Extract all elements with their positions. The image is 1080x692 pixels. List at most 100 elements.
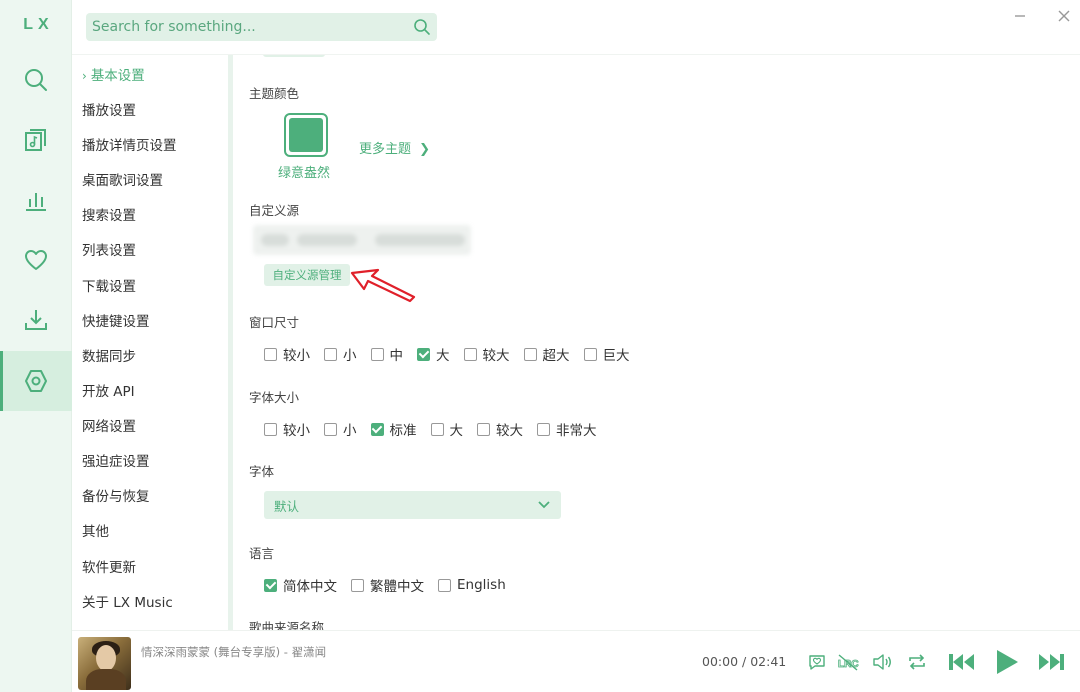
font-size-options: 较小 小 标准 大 较大 非常大 <box>264 419 611 439</box>
theme-title: 主题颜色 <box>249 86 300 101</box>
settings-content: 主题颜色 绿意盎然 更多主题 ❯ 自定义源 自定义源管理 窗口尺寸 较小 小 中… <box>233 55 1080 630</box>
music-library-icon <box>25 129 46 151</box>
current-time: 00:00 <box>702 654 739 669</box>
theme-name: 绿意盎然 <box>278 166 331 181</box>
settings-nav-item[interactable]: 网络设置 <box>82 415 136 435</box>
settings-nav-item[interactable]: 播放详情页设置 <box>82 134 177 154</box>
chevron-right-icon: ❯ <box>419 142 431 157</box>
window-size-option[interactable]: 大 <box>417 344 450 364</box>
font-size-option[interactable]: 小 <box>324 419 357 439</box>
song-title[interactable]: 情深深雨蒙蒙 (舞台专享版) - 翟潇闻 <box>141 644 326 660</box>
nav-favorites[interactable] <box>0 230 72 290</box>
red-arrow-annotation <box>350 268 416 303</box>
chevron-right-icon: › <box>82 69 87 83</box>
album-cover[interactable] <box>78 637 131 690</box>
blurred-source-list <box>253 225 471 255</box>
settings-nav-item[interactable]: 搜索设置 <box>82 204 136 224</box>
minimize-button[interactable] <box>1008 6 1032 26</box>
settings-nav-item[interactable]: 备份与恢复 <box>82 485 150 505</box>
nav-settings[interactable] <box>0 351 72 411</box>
settings-icon <box>25 370 47 392</box>
previous-track-button[interactable] <box>947 649 977 675</box>
checkbox <box>430 422 444 436</box>
checkbox <box>523 347 537 361</box>
settings-nav: › 基本设置 播放设置 播放详情页设置 桌面歌词设置 搜索设置 列表设置 下载设置… <box>72 55 232 630</box>
font-select[interactable]: 默认 <box>264 491 561 519</box>
settings-nav-item[interactable]: 列表设置 <box>82 239 136 259</box>
checkbox <box>463 347 477 361</box>
search-bar <box>86 13 437 41</box>
settings-nav-item[interactable]: 软件更新 <box>82 556 136 576</box>
play-button[interactable] <box>991 649 1021 675</box>
play-icon <box>997 650 1018 674</box>
play-time: 00:00 / 02:41 <box>702 654 787 669</box>
font-size-option[interactable]: 较大 <box>477 419 523 439</box>
window-size-title: 窗口尺寸 <box>249 315 300 330</box>
next-track-button[interactable] <box>1036 649 1066 675</box>
nav-download[interactable] <box>0 290 72 350</box>
font-size-title: 字体大小 <box>249 390 300 405</box>
checkbox-checked <box>417 347 430 361</box>
window-size-option[interactable]: 巨大 <box>583 344 630 364</box>
custom-source-manage-button[interactable]: 自定义源管理 <box>264 264 350 286</box>
player-bar: 情深深雨蒙蒙 (舞台专享版) - 翟潇闻 00:00 / 02:41 LRC <box>72 630 1080 692</box>
checkbox <box>477 422 490 436</box>
language-option[interactable]: English <box>438 577 506 593</box>
settings-nav-item[interactable]: 数据同步 <box>82 345 136 365</box>
search-button[interactable] <box>407 13 437 41</box>
checkbox-checked <box>370 422 384 436</box>
window-size-option[interactable]: 较小 <box>264 344 310 364</box>
nav-leaderboard[interactable] <box>0 170 72 230</box>
window-size-option[interactable]: 中 <box>370 344 403 364</box>
font-size-option[interactable]: 较小 <box>264 419 310 439</box>
settings-nav-item[interactable]: 桌面歌词设置 <box>82 169 163 189</box>
settings-nav-item[interactable]: › 基本设置 <box>82 64 145 84</box>
close-button[interactable] <box>1052 6 1076 26</box>
checkbox <box>537 422 550 436</box>
search-icon <box>25 69 47 91</box>
chevron-down-icon <box>538 501 550 509</box>
volume-button[interactable] <box>869 649 895 675</box>
icon-rail: LX <box>0 0 72 692</box>
language-options: 简体中文 繁體中文 English <box>264 575 520 595</box>
settings-nav-item[interactable]: 其他 <box>82 520 109 540</box>
checkbox <box>264 347 277 361</box>
language-title: 语言 <box>249 546 275 561</box>
settings-nav-item[interactable]: 关于 LX Music <box>82 591 173 611</box>
settings-nav-item[interactable]: 下载设置 <box>82 275 136 295</box>
comment-button[interactable] <box>804 649 830 675</box>
font-title: 字体 <box>249 464 275 479</box>
nav-search[interactable] <box>0 50 72 110</box>
window-size-options: 较小 小 中 大 较大 超大 巨大 <box>264 344 644 364</box>
comment-heart-icon <box>809 655 825 670</box>
theme-swatch[interactable] <box>284 113 328 157</box>
font-size-option[interactable]: 标准 <box>370 419 417 439</box>
checkbox <box>324 347 337 361</box>
desktop-lyric-toggle[interactable]: LRC <box>835 649 861 675</box>
repeat-icon <box>909 654 925 670</box>
play-mode-button[interactable] <box>904 649 930 675</box>
theme-color-fill <box>289 118 323 152</box>
settings-nav-item[interactable]: 开放 API <box>82 380 135 400</box>
download-icon <box>25 310 47 330</box>
duration: 02:41 <box>750 654 787 669</box>
language-option[interactable]: 简体中文 <box>264 575 337 595</box>
scrolled-button-edge <box>263 55 325 57</box>
minimize-icon <box>1015 15 1025 17</box>
window-size-option[interactable]: 较大 <box>463 344 510 364</box>
settings-nav-item[interactable]: 播放设置 <box>82 99 136 119</box>
font-size-option[interactable]: 大 <box>430 419 463 439</box>
song-source-name-title: 歌曲来源名称 <box>249 620 325 630</box>
font-size-option[interactable]: 非常大 <box>537 419 597 439</box>
skip-next-icon <box>1039 654 1064 670</box>
nav-song-list[interactable] <box>0 110 72 170</box>
language-option[interactable]: 繁體中文 <box>351 575 424 595</box>
more-theme-link[interactable]: 更多主题 ❯ <box>359 138 430 157</box>
custom-source-title: 自定义源 <box>249 203 300 218</box>
window-size-option[interactable]: 超大 <box>523 344 570 364</box>
search-input[interactable] <box>86 13 407 41</box>
search-icon <box>414 19 430 35</box>
settings-nav-item[interactable]: 快捷键设置 <box>82 310 150 330</box>
settings-nav-item[interactable]: 强迫症设置 <box>82 450 150 470</box>
window-size-option[interactable]: 小 <box>324 344 357 364</box>
